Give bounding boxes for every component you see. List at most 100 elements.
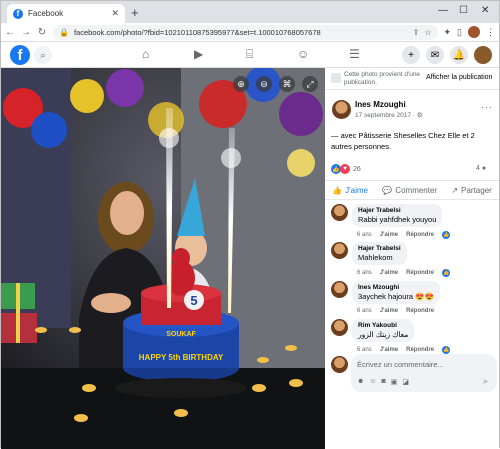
more-options-icon[interactable]: ··· <box>481 102 493 112</box>
comment-author[interactable]: Ines Mzoughi <box>358 284 434 291</box>
new-tab-button[interactable]: + <box>131 5 139 20</box>
sidebar-icon[interactable]: ▯ <box>457 27 462 38</box>
source-notice: Cette photo provient d'une publication. … <box>325 68 499 90</box>
comment-bubble: Rim Yakoubi معاك زيتك الزور <box>352 319 415 342</box>
comment-author[interactable]: Hajer Trabelsi <box>358 245 401 252</box>
commenter-avatar[interactable] <box>331 204 348 221</box>
comment-like-badge-icon[interactable]: 👍 <box>442 346 451 354</box>
comment-reply-button[interactable]: Répondre <box>406 232 434 238</box>
camera-icon[interactable]: ◙ <box>382 378 386 386</box>
thumbs-up-icon: 👍 <box>332 185 343 195</box>
groups-icon[interactable]: ☺ <box>297 47 309 61</box>
back-icon[interactable]: ← <box>5 27 15 38</box>
comment-like-button[interactable]: J'aime <box>380 308 398 314</box>
cake-name-text: SOUKAF <box>166 331 196 338</box>
commenter-avatar[interactable] <box>331 242 348 259</box>
share-button[interactable]: ↗ Partager <box>451 186 491 195</box>
avatar-sticker-icon[interactable]: ☻ <box>357 378 364 386</box>
comment-bubble: Hajer Trabelsi Rabbi yahfdhek youyou <box>352 204 443 227</box>
facebook-top-bar: f ⌕ ⌂ ▶ ⌸ ☺ ☰ + ✉ 🔔 <box>1 42 499 68</box>
post-side-panel: Cette photo provient d'une publication. … <box>325 68 499 449</box>
comment-bubble: Ines Mzoughi 3aychek hajoura 😍😍 <box>352 281 440 304</box>
notifications-icon[interactable]: 🔔 <box>450 46 468 64</box>
profile-avatar[interactable] <box>468 26 480 38</box>
marketplace-icon[interactable]: ⌸ <box>246 47 253 62</box>
url-text[interactable]: facebook.com/photo/?fbid=102101108753959… <box>74 28 408 37</box>
comment-composer: Écrivez un commentaire... ☻ ☺ ◙ ▣ ◪ ➤ <box>331 354 497 392</box>
like-button[interactable]: 👍 J'aime <box>332 186 368 195</box>
post-caption: — avec Pâtisserie Sheselles Chez Elle et… <box>331 131 475 151</box>
comment-text: Mahlekom <box>358 253 393 262</box>
omnibox[interactable]: 🔒 facebook.com/photo/?fbid=1021011087539… <box>53 24 438 40</box>
menu-icon[interactable]: ☰ <box>349 47 360 61</box>
gif-icon[interactable]: ▣ <box>391 378 398 386</box>
search-icon[interactable]: ⌕ <box>34 46 52 64</box>
comment-like-badge-icon[interactable]: 👍 <box>442 269 451 277</box>
comment-like-button[interactable]: J'aime <box>380 347 398 353</box>
view-post-button[interactable]: Afficher la publication <box>426 74 492 81</box>
comment-time[interactable]: 6 ans <box>357 347 372 353</box>
comment-reply-button[interactable]: Répondre <box>406 347 434 353</box>
comment-like-button[interactable]: J'aime <box>380 232 398 238</box>
poster-avatar[interactable] <box>332 100 351 119</box>
reactions-summary[interactable]: 👍 ♥ 26 <box>331 164 361 174</box>
comment-like-badge-icon[interactable]: 👍 <box>442 231 451 239</box>
comments-count[interactable]: 4 ● <box>476 165 486 172</box>
address-bar-row: ← → ↻ 🔒 facebook.com/photo/?fbid=1021011… <box>1 23 499 42</box>
messenger-icon[interactable]: ✉ <box>426 46 444 64</box>
zoom-out-icon[interactable]: ⊖ <box>256 76 272 92</box>
maximize-icon[interactable]: ☐ <box>459 5 468 16</box>
love-reaction-icon: ♥ <box>340 164 350 174</box>
commenter-avatar[interactable] <box>331 281 348 298</box>
close-window-icon[interactable]: ✕ <box>481 5 489 16</box>
fullscreen-icon[interactable]: ⤢ <box>302 76 318 92</box>
comment-like-button[interactable]: J'aime <box>380 270 398 276</box>
share-icon: ↗ <box>451 185 459 195</box>
comment-author[interactable]: Rim Yakoubi <box>358 322 408 329</box>
comment-meta: 6 ans J'aime Répondre <box>357 308 434 314</box>
extensions-icon[interactable]: ✦ <box>444 27 452 38</box>
comment-placeholder[interactable]: Écrivez un commentaire... <box>357 360 444 369</box>
comment-icon: 💬 <box>382 185 393 195</box>
create-icon[interactable]: + <box>402 46 420 64</box>
comment-reply-button[interactable]: Répondre <box>406 308 434 314</box>
browser-window: f Facebook ✕ + — ☐ ✕ ← → ↻ 🔒 facebook.co… <box>0 0 500 449</box>
account-avatar[interactable] <box>474 46 492 64</box>
browser-menu-icon[interactable]: ⋮ <box>486 27 495 38</box>
poster-name[interactable]: Ines Mzoughi <box>355 100 406 109</box>
tag-icon[interactable]: ⌘ <box>279 76 295 92</box>
comment-author[interactable]: Hajer Trabelsi <box>358 207 436 214</box>
birthday-photo: 5 SOUKAF HAPPY 5th BIRTHDAY <box>1 68 325 449</box>
notice-text: Cette photo provient d'une publication. <box>344 71 421 86</box>
comment-meta: 6 ans J'aime Répondre 👍 <box>357 346 451 354</box>
watch-icon[interactable]: ▶ <box>194 47 203 61</box>
comment-reply-button[interactable]: Répondre <box>406 270 434 276</box>
comment-time[interactable]: 6 ans <box>357 232 372 238</box>
my-avatar[interactable] <box>331 356 348 373</box>
close-tab-icon[interactable]: ✕ <box>111 8 119 19</box>
facebook-logo-icon[interactable]: f <box>10 45 30 65</box>
comment-time[interactable]: 6 ans <box>357 270 372 276</box>
minimize-icon[interactable]: — <box>438 5 448 16</box>
sticker-icon[interactable]: ◪ <box>402 378 409 386</box>
photo-viewer[interactable]: 5 SOUKAF HAPPY 5th BIRTHDAY ⊕ ⊖ ⌘ ⤢ <box>1 68 325 449</box>
info-icon <box>331 73 341 83</box>
comment-text: معاك زيتك الزور <box>358 330 409 339</box>
reload-icon[interactable]: ↻ <box>37 27 47 38</box>
send-icon[interactable]: ➤ <box>482 377 489 386</box>
comment-input[interactable]: Écrivez un commentaire... ☻ ☺ ◙ ▣ ◪ ➤ <box>351 354 497 392</box>
share-page-icon[interactable]: ⇪ <box>413 28 420 37</box>
comment-time[interactable]: 6 ans <box>357 308 372 314</box>
browser-tab[interactable]: f Facebook ✕ <box>7 4 125 23</box>
bookmark-star-icon[interactable]: ☆ <box>424 28 431 37</box>
lock-icon[interactable]: 🔒 <box>59 28 69 37</box>
home-icon[interactable]: ⌂ <box>142 47 149 61</box>
comment-meta: 6 ans J'aime Répondre 👍 <box>357 269 451 277</box>
commenter-avatar[interactable] <box>331 319 348 336</box>
forward-icon[interactable]: → <box>21 27 31 38</box>
emoji-icon[interactable]: ☺ <box>369 378 376 386</box>
tab-strip: f Facebook ✕ + — ☐ ✕ <box>1 1 499 23</box>
comment-button[interactable]: 💬 Commenter <box>382 186 437 195</box>
post-date[interactable]: 17 septembre 2017 · ⚙ <box>355 111 423 119</box>
zoom-in-icon[interactable]: ⊕ <box>233 76 249 92</box>
